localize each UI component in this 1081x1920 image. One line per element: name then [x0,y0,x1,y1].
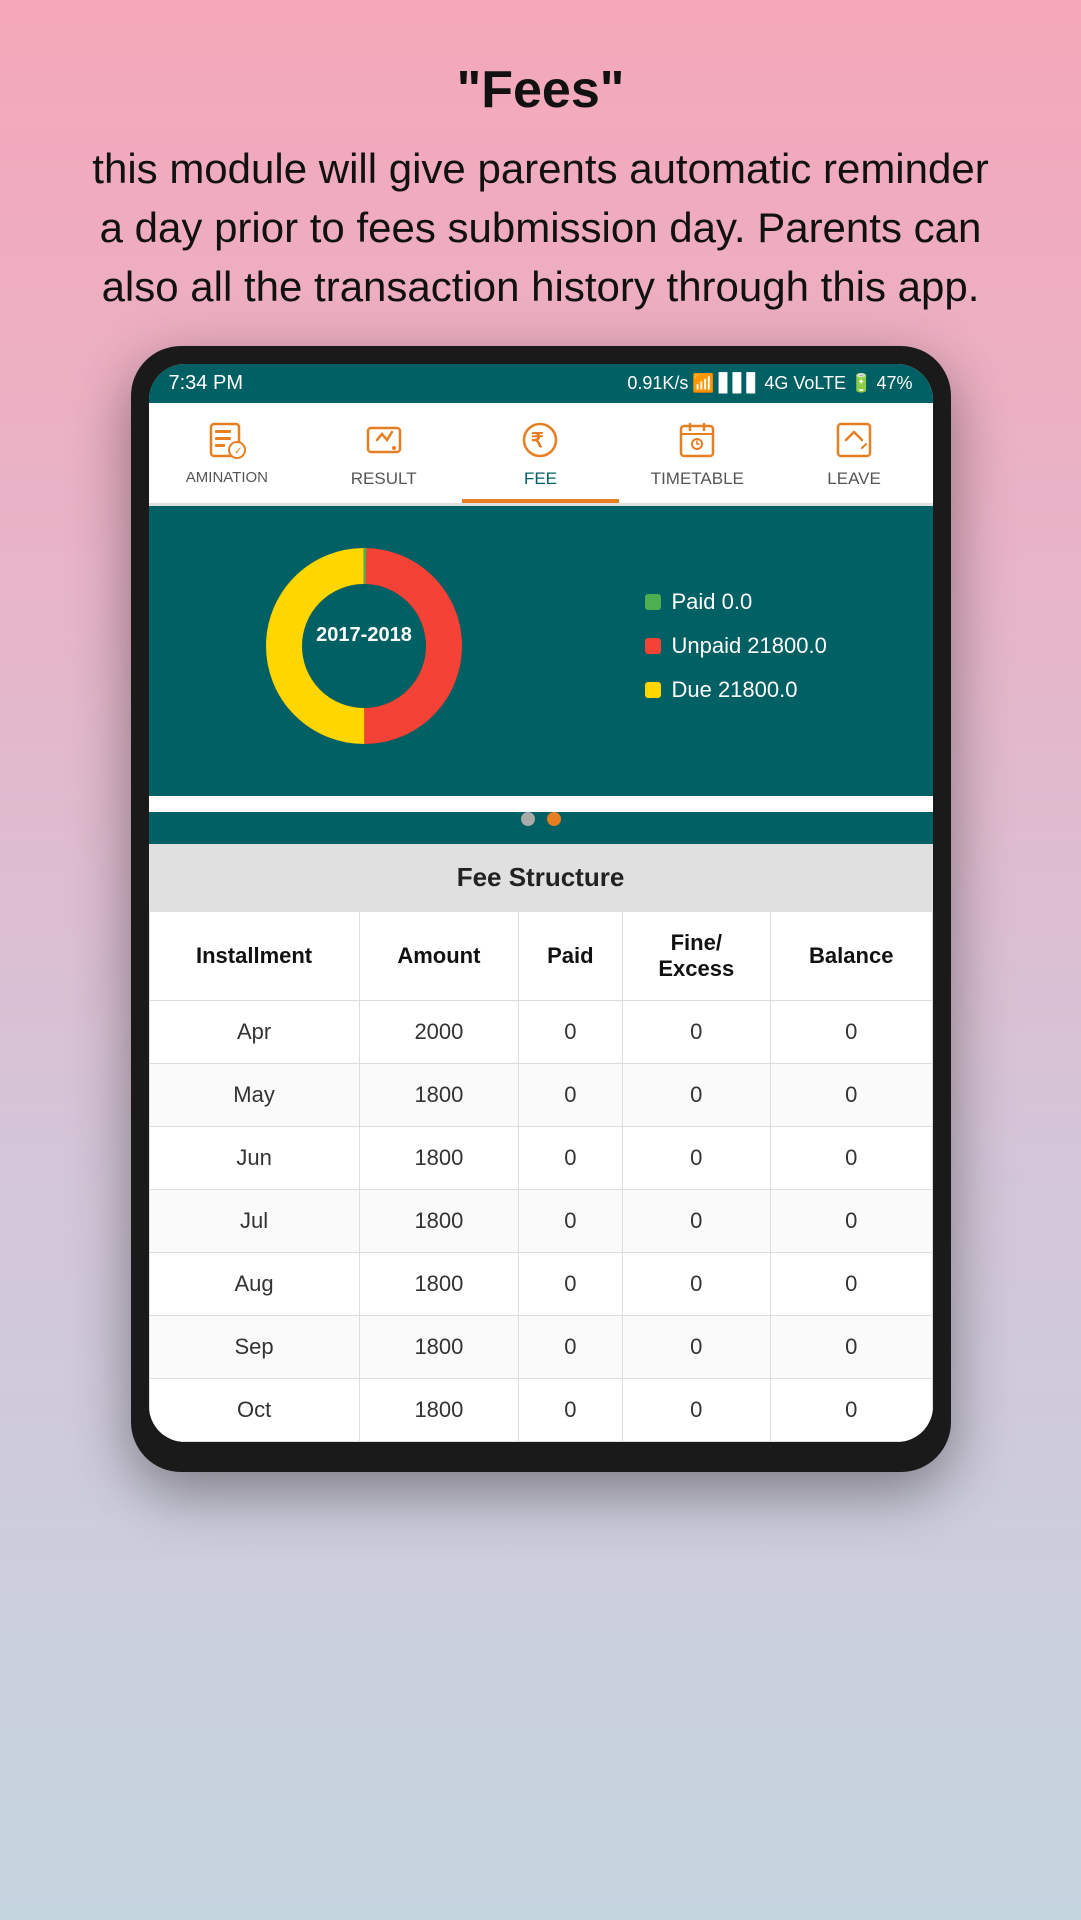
chart-legend: Paid 0.0 Unpaid 21800.0 Due 21800.0 [645,580,826,712]
table-row: Aug 1800 0 0 0 [149,1253,932,1316]
col-installment: Installment [149,912,359,1001]
cell-paid: 0 [519,1190,622,1253]
svg-text:₹: ₹ [531,430,544,452]
fee-structure-section: Fee Structure Installment Amount Paid Fi… [149,844,933,1442]
cell-fine: 0 [622,1379,770,1442]
legend-unpaid: Unpaid 21800.0 [645,624,826,668]
status-bar: 7:34 PM 0.91K/s 📶 ▋▋▋ 4G VoLTE 🔋 47% [149,364,933,403]
cell-paid: 0 [519,1253,622,1316]
cell-month: Oct [149,1379,359,1442]
unpaid-label: Unpaid 21800.0 [671,624,826,668]
cell-amount: 1800 [359,1379,519,1442]
phone-frame: 7:34 PM 0.91K/s 📶 ▋▋▋ 4G VoLTE 🔋 47% [131,346,951,1472]
fee-icon: ₹ [517,417,563,463]
tab-leave-label: LEAVE [827,469,881,489]
unpaid-dot [645,638,661,654]
cell-month: May [149,1064,359,1127]
cell-paid: 0 [519,1001,622,1064]
result-icon [361,417,407,463]
status-right: 0.91K/s 📶 ▋▋▋ 4G VoLTE 🔋 47% [627,373,912,394]
phone-screen: 7:34 PM 0.91K/s 📶 ▋▋▋ 4G VoLTE 🔋 47% [149,364,933,1442]
tab-examination-label: AMINATION [186,469,268,486]
cell-amount: 1800 [359,1064,519,1127]
cell-fine: 0 [622,1190,770,1253]
carousel-dots [149,812,933,826]
col-paid: Paid [519,912,622,1001]
cell-paid: 0 [519,1127,622,1190]
cell-balance: 0 [770,1190,932,1253]
tab-fee-label: FEE [524,469,557,489]
col-amount: Amount [359,912,519,1001]
chart-section: 2017-2018 Paid 0.0 Unpaid 21800.0 Due 21… [149,506,933,796]
cell-fine: 0 [622,1064,770,1127]
leave-icon [831,417,877,463]
donut-chart: 2017-2018 [254,536,474,756]
fee-table: Installment Amount Paid Fine/Excess Bala… [149,911,933,1442]
examination-icon: ✓ [204,417,250,463]
cell-balance: 0 [770,1001,932,1064]
header-title: "Fees" [80,60,1001,120]
battery-icon: 🔋 [850,373,872,394]
table-row: Jun 1800 0 0 0 [149,1127,932,1190]
network-type: 4G VoLTE [764,373,846,394]
tab-examination[interactable]: ✓ AMINATION [149,403,306,503]
cell-balance: 0 [770,1064,932,1127]
signal-icon: ▋▋▋ [719,373,761,394]
cell-amount: 2000 [359,1001,519,1064]
cell-balance: 0 [770,1379,932,1442]
cell-amount: 1800 [359,1253,519,1316]
cell-paid: 0 [519,1316,622,1379]
cell-balance: 0 [770,1127,932,1190]
cell-month: Apr [149,1001,359,1064]
tab-fee[interactable]: ₹ FEE [462,403,619,503]
due-label: Due 21800.0 [671,668,797,712]
cell-paid: 0 [519,1064,622,1127]
fee-structure-title: Fee Structure [149,844,933,911]
cell-balance: 0 [770,1316,932,1379]
cell-month: Sep [149,1316,359,1379]
tab-result-label: RESULT [351,469,417,489]
svg-text:✓: ✓ [234,446,242,457]
data-speed: 0.91K/s [627,373,688,394]
cell-amount: 1800 [359,1316,519,1379]
table-row: Sep 1800 0 0 0 [149,1316,932,1379]
cell-fine: 0 [622,1253,770,1316]
tab-timetable-label: TIMETABLE [651,469,744,489]
paid-dot [645,594,661,610]
battery-percent: 47% [876,373,912,394]
nav-tabs: ✓ AMINATION RESULT [149,403,933,506]
due-dot [645,682,661,698]
timetable-icon [674,417,720,463]
header-section: "Fees" this module will give parents aut… [0,0,1081,346]
tab-result[interactable]: RESULT [305,403,462,503]
col-fine-excess: Fine/Excess [622,912,770,1001]
svg-text:2017-2018: 2017-2018 [316,624,412,646]
cell-amount: 1800 [359,1127,519,1190]
col-balance: Balance [770,912,932,1001]
cell-fine: 0 [622,1316,770,1379]
cell-month: Aug [149,1253,359,1316]
tab-leave[interactable]: LEAVE [776,403,933,503]
cell-fine: 0 [622,1001,770,1064]
carousel-dot-2[interactable] [547,812,561,826]
cell-balance: 0 [770,1253,932,1316]
tab-timetable[interactable]: TIMETABLE [619,403,776,503]
cell-fine: 0 [622,1127,770,1190]
cell-month: Jul [149,1190,359,1253]
legend-paid: Paid 0.0 [645,580,826,624]
table-row: Oct 1800 0 0 0 [149,1379,932,1442]
cell-paid: 0 [519,1379,622,1442]
table-row: Jul 1800 0 0 0 [149,1190,932,1253]
table-row: Apr 2000 0 0 0 [149,1001,932,1064]
cell-amount: 1800 [359,1190,519,1253]
legend-due: Due 21800.0 [645,668,826,712]
paid-label: Paid 0.0 [671,580,752,624]
status-time: 7:34 PM [169,372,243,395]
cell-month: Jun [149,1127,359,1190]
wifi-icon: 📶 [692,373,714,394]
carousel-dot-1[interactable] [521,812,535,826]
header-description: this module will give parents automatic … [80,140,1001,316]
table-row: May 1800 0 0 0 [149,1064,932,1127]
